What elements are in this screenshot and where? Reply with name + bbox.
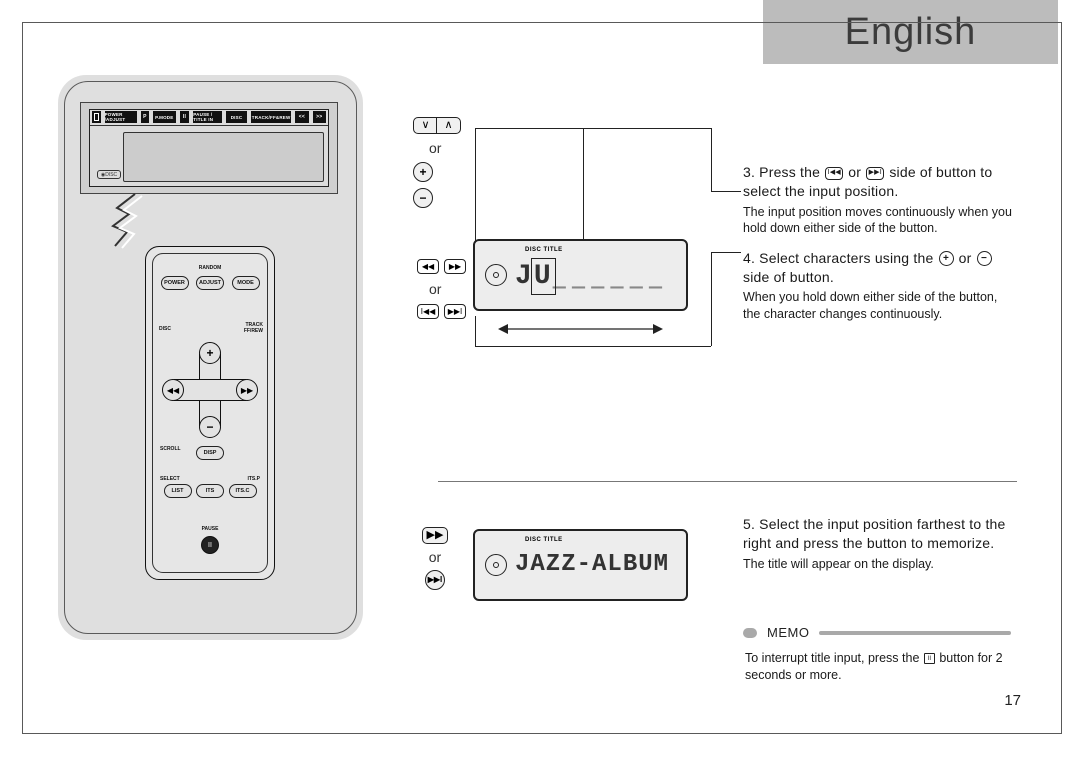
remote-label-track: TRACK FF/REW bbox=[235, 322, 263, 334]
remote-ff-button: ▶▶ bbox=[236, 379, 258, 401]
memo-heading: MEMO bbox=[743, 625, 1011, 640]
connector-line bbox=[475, 128, 711, 129]
icon-column: ∨∧ or + − ◀◀▶▶ or I◀◀▶▶I bbox=[413, 117, 673, 354]
seek-pair-icon: ◀◀▶▶ bbox=[413, 258, 470, 275]
instructions-col-bottom: 5. Select the input position farthest to… bbox=[743, 515, 1013, 584]
step-3-sub: The input position moves continuously wh… bbox=[743, 204, 1013, 237]
hu-label-disc: DISC bbox=[226, 111, 247, 123]
step-5-sub: The title will appear on the display. bbox=[743, 556, 1013, 573]
memo-bullet-icon bbox=[743, 628, 757, 638]
connector-line bbox=[711, 252, 741, 253]
step-3: 3. Press the I◀◀ or ▶▶I side of button t… bbox=[743, 163, 1013, 237]
remote-label-itsp: ITS.P bbox=[247, 476, 260, 482]
hu-label-track: TRACK/FF&REW bbox=[251, 111, 291, 123]
ff-icon: ▶▶ bbox=[422, 527, 448, 544]
device-panel: POWER /ADJUST P.MODE PAUSE / TITLE IN DI… bbox=[58, 75, 363, 640]
remote-disp-button: DISP bbox=[196, 446, 224, 460]
remote-adjust-button: ADJUST bbox=[196, 276, 224, 290]
connector-line bbox=[711, 128, 712, 191]
minus-inline-icon: − bbox=[977, 251, 992, 266]
hu-lcd bbox=[123, 132, 324, 182]
head-unit-illustration: POWER /ADJUST P.MODE PAUSE / TITLE IN DI… bbox=[80, 102, 338, 194]
section-divider bbox=[438, 481, 1017, 482]
remote-power-button: POWER bbox=[161, 276, 189, 290]
memo-body: To interrupt title input, press the II b… bbox=[743, 650, 1011, 684]
remote-label-select: SELECT bbox=[160, 476, 180, 482]
lcd-display-result: DISC TITLE JAZZ-ALBUM bbox=[473, 529, 688, 601]
lcd-text-2: JAZZ-ALBUM bbox=[515, 551, 669, 578]
hu-p-icon bbox=[141, 111, 149, 123]
ir-zigzag-icon bbox=[107, 196, 157, 248]
remote-rew-button: ◀◀ bbox=[162, 379, 184, 401]
lcd-tag-2: DISC TITLE bbox=[525, 537, 563, 543]
remote-label-disc: DISC bbox=[159, 326, 171, 332]
connector-line bbox=[583, 128, 584, 240]
icon-group-ff: ▶▶ or ▶▶I bbox=[422, 527, 448, 590]
or-label-3: or bbox=[429, 549, 441, 565]
remote-dpad: + − ◀◀ ▶▶ bbox=[162, 342, 258, 438]
step-4-sub: When you hold down either side of the bu… bbox=[743, 289, 1013, 322]
lcd-tag: DISC TITLE bbox=[525, 247, 563, 253]
connector-line bbox=[711, 191, 741, 192]
or-label: or bbox=[429, 140, 441, 156]
connector-line bbox=[711, 252, 712, 346]
remote-its-button: ITS bbox=[196, 484, 224, 498]
memo-label: MEMO bbox=[767, 625, 809, 640]
remote-label-random: RANDOM bbox=[199, 265, 222, 271]
rew-inline-icon: I◀◀ bbox=[825, 167, 843, 180]
disc-logo-icon: ◉DISC bbox=[97, 170, 121, 179]
step-5: 5. Select the input position farthest to… bbox=[743, 515, 1013, 572]
connector-line bbox=[475, 316, 476, 346]
manual-page: English POWER /ADJUST P.MODE bbox=[0, 0, 1080, 760]
lcd-display-input: DISC TITLE JU______ bbox=[473, 239, 688, 311]
page-frame: POWER /ADJUST P.MODE PAUSE / TITLE IN DI… bbox=[22, 22, 1062, 734]
hu-label-pausetitle: PAUSE / TITLE IN bbox=[193, 111, 222, 123]
hu-label-power: POWER /ADJUST bbox=[105, 111, 138, 123]
or-label-2: or bbox=[429, 281, 441, 297]
lcd-text: JU______ bbox=[515, 261, 668, 292]
lcd-placeholders: ______ bbox=[553, 264, 668, 289]
left-right-arrow-icon bbox=[498, 321, 663, 337]
remote-mode-button: MODE bbox=[232, 276, 260, 290]
memo-rule-icon bbox=[819, 631, 1011, 635]
ff-inline-icon: ▶▶I bbox=[866, 167, 884, 180]
disc-icon bbox=[485, 264, 507, 286]
remote-minus-button: − bbox=[199, 416, 221, 438]
hu-label-pmode: P.MODE bbox=[153, 111, 176, 123]
disc-icon-2 bbox=[485, 554, 507, 576]
instructions-col-top: 3. Press the I◀◀ or ▶▶I side of button t… bbox=[743, 163, 1013, 334]
hu-pause-icon bbox=[180, 111, 190, 123]
skip-pair-icon: I◀◀▶▶I bbox=[413, 303, 470, 320]
pause-inline-icon: II bbox=[924, 653, 935, 664]
remote-itsc-button: ITS.C bbox=[229, 484, 257, 498]
skip-fwd-circle-icon: ▶▶I bbox=[425, 570, 445, 590]
remote-control-illustration: RANDOM POWER ADJUST MODE DISC TRACK FF/R… bbox=[145, 246, 275, 580]
remote-plus-button: + bbox=[199, 342, 221, 364]
icon-group-updown: ∨∧ or + − bbox=[413, 117, 673, 208]
step-3-main: 3. Press the I◀◀ or ▶▶I side of button t… bbox=[743, 163, 1013, 202]
hu-rew-icon bbox=[295, 111, 308, 123]
remote-pause-button: II bbox=[201, 536, 219, 554]
connector-line bbox=[475, 128, 476, 248]
memo-section: MEMO To interrupt title input, press the… bbox=[743, 625, 1011, 684]
step-4: 4. Select characters using the + or − si… bbox=[743, 249, 1013, 323]
connector-line bbox=[475, 346, 711, 347]
plus-circle-icon: + bbox=[413, 162, 433, 182]
hu-ff-icon bbox=[313, 111, 326, 123]
plus-inline-icon: + bbox=[939, 251, 954, 266]
minus-circle-icon: − bbox=[413, 188, 433, 208]
lcd-cursor-char: U bbox=[534, 261, 553, 292]
device-panel-border: POWER /ADJUST P.MODE PAUSE / TITLE IN DI… bbox=[64, 81, 357, 634]
remote-label-pause: PAUSE bbox=[202, 526, 219, 532]
hu-power-indicator-icon bbox=[92, 111, 101, 123]
step-5-main: 5. Select the input position farthest to… bbox=[743, 515, 1013, 554]
remote-list-button: LIST bbox=[164, 484, 192, 498]
step-4-main: 4. Select characters using the + or − si… bbox=[743, 249, 1013, 288]
updown-rocker-icon: ∨∧ bbox=[413, 117, 461, 134]
page-number: 17 bbox=[1004, 692, 1021, 709]
